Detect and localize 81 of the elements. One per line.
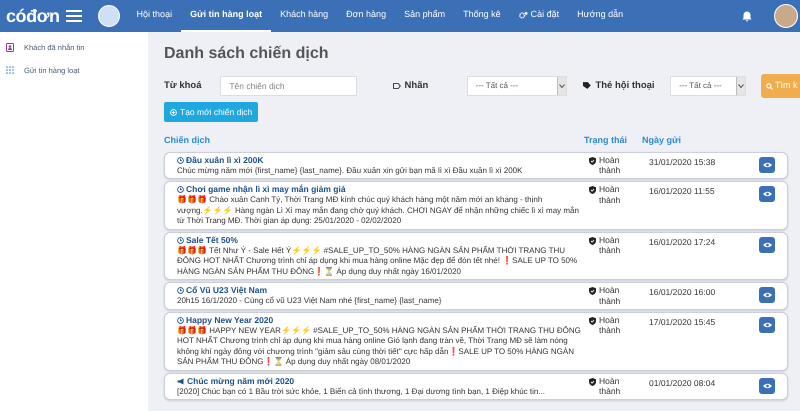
shield-check-icon xyxy=(589,236,596,244)
conversation-tag-label: Thẻ hội thoại xyxy=(595,78,656,93)
nav-tab[interactable]: Khách hàng xyxy=(271,0,338,32)
view-button[interactable] xyxy=(759,186,775,202)
campaign-title[interactable]: Happy New Year 2020 xyxy=(186,314,274,326)
shield-check-icon xyxy=(589,316,596,324)
view-button[interactable] xyxy=(759,156,775,172)
conversation-tag-select[interactable]: --- Tất cả --- xyxy=(670,76,746,96)
gears-icon xyxy=(518,11,528,19)
status-text: Hoàn thành xyxy=(599,184,622,205)
campaign-title[interactable]: Chúc mừng năm mới 2020 xyxy=(187,376,294,386)
view-button[interactable] xyxy=(759,287,775,303)
keyword-label: Từ khoá xyxy=(164,78,202,93)
clock-icon xyxy=(177,156,184,164)
view-button[interactable] xyxy=(759,236,775,252)
status-text: Hoàn thành xyxy=(599,314,622,336)
megaphone-icon xyxy=(177,378,185,384)
nav-tab[interactable]: Hướng dẫn xyxy=(568,0,632,32)
eye-icon xyxy=(762,162,772,168)
logo[interactable]: cóđơn xyxy=(6,2,60,30)
campaign-title[interactable]: Sale Tết 50% xyxy=(186,234,238,246)
tags-icon xyxy=(582,82,592,90)
eye-icon xyxy=(762,292,772,298)
caret-icon xyxy=(736,77,745,95)
menu-icon[interactable] xyxy=(66,10,82,22)
search-icon xyxy=(766,82,773,90)
campaign-title[interactable]: Cổ Vũ U23 Việt Nam xyxy=(186,285,268,296)
shield-check-icon xyxy=(589,156,596,164)
status-text: Hoàn thành xyxy=(599,285,622,306)
tag-select[interactable]: --- Tất cả --- xyxy=(466,76,567,96)
campaign-title[interactable]: Chơi game nhận lì xì may mắn giảm giá xyxy=(186,184,346,195)
user-avatar[interactable] xyxy=(774,4,798,28)
nav-tab[interactable]: Đơn hàng xyxy=(337,0,396,32)
view-button[interactable] xyxy=(759,316,775,332)
shield-check-icon xyxy=(589,287,596,295)
contact-icon xyxy=(6,43,14,52)
campaign-message: 🎁🎁🎁 Tết Như Ý - Sale Hết Ý⚡⚡⚡ #SALE_UP_TO_50% HÀNG NGÀN SẢN PHẨM THỜI TRANG THU ĐÔNG HOT NHẤT Chương trình chỉ áp dụng khi mua hàng online Mặc đẹp để đón tết nhé! ❗SALE UP TO 50% HÀNG NGÀN SẢN PHẨM THU ĐÔNG❗⏳ Áp dụng duy nhất ngày 16/01/2020 xyxy=(177,246,578,277)
dot-grid-icon xyxy=(6,66,14,75)
column-header: Trạng thái xyxy=(584,134,628,147)
campaign-message: 20h15 16/1/2020 - Cùng cổ vũ U23 Việt Nam nhé {first_name} {last_name} xyxy=(177,296,442,306)
send-date: 16/01/2020 16:00 xyxy=(648,286,716,299)
tag-icon xyxy=(392,83,401,89)
nav-tab[interactable]: Gửi tin hàng loạt xyxy=(181,0,272,32)
send-date: 31/01/2020 15:38 xyxy=(648,156,716,168)
clock-icon xyxy=(177,287,184,294)
nav-tab[interactable]: Cài đặt xyxy=(510,0,568,32)
plus-circle-icon xyxy=(170,108,177,116)
tag-label: Nhãn xyxy=(404,78,430,93)
clock-icon xyxy=(177,236,184,244)
shield-check-icon xyxy=(589,378,596,386)
keyword-input-field[interactable]: Tên chiến dịch xyxy=(220,76,357,96)
send-date: 16/01/2020 17:24 xyxy=(648,236,716,248)
send-date: 17/01/2020 15:45 xyxy=(648,316,716,328)
clock-icon xyxy=(177,186,184,193)
campaign-message: 🎁🎁🎁 Chào xuân Canh Tý, Thời Trang MĐ kính chúc quý khách hàng một năm mới an khang - thịnh vượng.⚡⚡⚡ Hàng ngàn Lì Xì may mắn đang chờ quý khách. CHƠI NGAY để nhận những chiếc lì xì may mắn từ Thời Trang MĐ. Thời gian áp dụng: 25/01/2020 - 02/02/2020 xyxy=(177,195,580,226)
send-date: 16/01/2020 11:55 xyxy=(648,185,716,198)
eye-icon xyxy=(762,322,772,328)
create-campaign-button[interactable]: Tạo mới chiến dịch xyxy=(164,102,258,122)
bell-icon[interactable] xyxy=(742,10,752,22)
campaign-message: [2020] Chúc bạn có 1 Bầu trời sức khỏe, 1 Biển cả tình thương, 1 Đại dương tình bạn, 1 Điệp khúc tin... xyxy=(177,386,546,397)
nav-tab[interactable]: Sản phẩm xyxy=(395,0,454,32)
nav-tab[interactable]: Hội thoại xyxy=(128,0,182,32)
column-header: Ngày gửi xyxy=(642,134,682,147)
campaign-message: 🎁🎁🎁 HAPPY NEW YEAR⚡⚡⚡ #SALE_UP_TO_50% HÀNG NGÀN SẢN PHẨM THỜI TRANG THU ĐÔNG HOT NHẤT Chương trình chỉ áp dụng khi mua hàng online Gió lạnh đang tràn về, Thời Trang MĐ sẽ làm nóng không khí ngày đông với chương trình "giảm sâu cùng thời tiết" cực hấp dẫn❗SALE UP TO 50% HÀNG NGÀN SẢN PHẨM THU ĐÔNG❗⏳ Áp dụng duy nhất ngày 08/01/2020 xyxy=(177,326,582,368)
clock-icon xyxy=(177,316,184,324)
nav-tab[interactable]: Thống kê xyxy=(454,0,510,32)
eye-icon xyxy=(762,382,772,388)
column-header: Chiến dịch xyxy=(164,134,212,147)
eye-icon xyxy=(762,191,772,197)
send-date: 01/01/2020 08:04 xyxy=(648,376,716,390)
page-title: Danh sách chiến dịch xyxy=(164,44,330,64)
view-button[interactable] xyxy=(759,378,775,394)
status-text: Hoàn thành xyxy=(599,154,622,176)
status-text: Hoàn thành xyxy=(599,234,622,256)
status-text: Hoàn thành xyxy=(599,376,622,396)
eye-icon xyxy=(762,242,772,248)
caret-icon xyxy=(556,77,566,95)
campaign-message: Chúc mừng năm mới {first_name} {last_name}. Đầu xuân xin gửi bạn mã lì xì Đầu xuân lì xì 200K xyxy=(177,166,524,176)
page-avatar[interactable] xyxy=(98,5,120,27)
shield-check-icon xyxy=(589,186,596,194)
campaign-title[interactable]: Đầu xuân lì xì 200K xyxy=(186,154,264,166)
